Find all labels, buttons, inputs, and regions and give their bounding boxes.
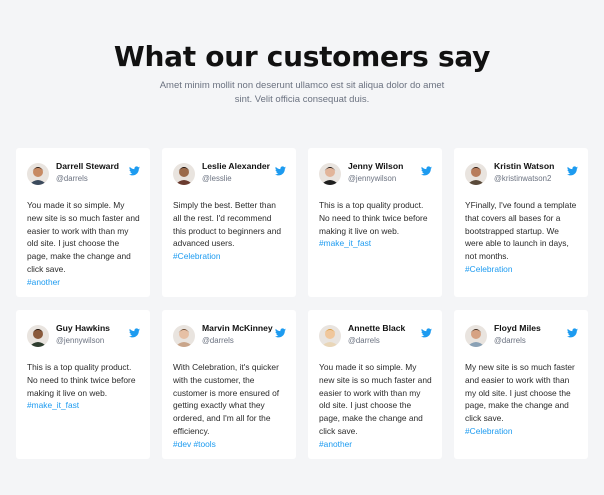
author: Guy Hawkins @jennywilson — [56, 323, 140, 347]
avatar — [27, 325, 49, 347]
author: Darrell Steward @darrels — [56, 161, 140, 185]
testimonial-card: Jenny Wilson @jennywilson This is a top … — [308, 148, 442, 297]
section-subtitle: Amet minim mollit non deserunt ullamco e… — [159, 80, 445, 105]
testimonial-card: Leslie Alexander @lesslie Simply the bes… — [162, 148, 296, 297]
author-handle[interactable]: @jennywilson — [56, 335, 140, 347]
author: Floyd Miles @darrels — [494, 323, 578, 347]
author: Annette Black @darrels — [348, 323, 432, 347]
card-header: Jenny Wilson @jennywilson — [319, 161, 432, 191]
author-name[interactable]: Leslie Alexander — [202, 161, 286, 172]
twitter-icon[interactable] — [275, 328, 286, 338]
avatar — [173, 163, 195, 185]
twitter-icon[interactable] — [567, 328, 578, 338]
testimonial-text: My new site is so much faster and easier… — [465, 361, 578, 438]
author-name[interactable]: Annette Black — [348, 323, 432, 334]
card-header: Annette Black @darrels — [319, 323, 432, 353]
hashtag-link[interactable]: #make_it_fast — [319, 238, 371, 248]
hashtag-link[interactable]: #Celebration — [173, 251, 221, 261]
testimonial-text: Simply the best. Better than all the res… — [173, 199, 286, 263]
testimonial-quote: With Celebration, it's quicker with the … — [173, 362, 280, 436]
author: Marvin McKinney @darrels — [202, 323, 286, 347]
avatar — [27, 163, 49, 185]
testimonial-text: You made it so simple. My new site is so… — [27, 199, 140, 289]
testimonial-text: This is a top quality product. No need t… — [319, 199, 432, 250]
card-header: Leslie Alexander @lesslie — [173, 161, 286, 191]
twitter-icon[interactable] — [129, 328, 140, 338]
author-name[interactable]: Jenny Wilson — [348, 161, 432, 172]
author-handle[interactable]: @darrels — [202, 335, 286, 347]
author-handle[interactable]: @darrels — [348, 335, 432, 347]
testimonial-quote: YFinally, I've found a template that cov… — [465, 200, 577, 262]
card-header: Floyd Miles @darrels — [465, 323, 578, 353]
avatar — [173, 325, 195, 347]
twitter-icon[interactable] — [275, 166, 286, 176]
testimonial-card: Darrell Steward @darrels You made it so … — [16, 148, 150, 297]
testimonial-text: This is a top quality product. No need t… — [27, 361, 140, 412]
hashtag-link[interactable]: #another — [319, 439, 352, 449]
card-header: Kristin Watson @kristinwatson2 — [465, 161, 578, 191]
testimonial-quote: You made it so simple. My new site is so… — [27, 200, 140, 274]
card-header: Marvin McKinney @darrels — [173, 323, 286, 353]
testimonial-text: With Celebration, it's quicker with the … — [173, 361, 286, 451]
author-name[interactable]: Darrell Steward — [56, 161, 140, 172]
author-handle[interactable]: @darrels — [494, 335, 578, 347]
author: Kristin Watson @kristinwatson2 — [494, 161, 578, 185]
avatar — [319, 325, 341, 347]
author: Jenny Wilson @jennywilson — [348, 161, 432, 185]
author-name[interactable]: Floyd Miles — [494, 323, 578, 334]
author-name[interactable]: Guy Hawkins — [56, 323, 140, 334]
testimonial-grid: Darrell Steward @darrels You made it so … — [16, 148, 588, 459]
hashtag-link[interactable]: #dev #tools — [173, 439, 216, 449]
hashtag-link[interactable]: #Celebration — [465, 264, 513, 274]
section-title: What our customers say — [113, 40, 491, 73]
author-name[interactable]: Kristin Watson — [494, 161, 578, 172]
hashtag-link[interactable]: #make_it_fast — [27, 400, 79, 410]
author: Leslie Alexander @lesslie — [202, 161, 286, 185]
author-handle[interactable]: @jennywilson — [348, 173, 432, 185]
testimonial-quote: This is a top quality product. No need t… — [319, 200, 428, 236]
testimonial-card: Floyd Miles @darrels My new site is so m… — [454, 310, 588, 459]
author-handle[interactable]: @lesslie — [202, 173, 286, 185]
avatar — [465, 163, 487, 185]
testimonial-quote: Simply the best. Better than all the res… — [173, 200, 282, 249]
testimonial-card: Annette Black @darrels You made it so si… — [308, 310, 442, 459]
author-handle[interactable]: @kristinwatson2 — [494, 173, 578, 185]
author-name[interactable]: Marvin McKinney — [202, 323, 286, 334]
twitter-icon[interactable] — [129, 166, 140, 176]
testimonial-quote: You made it so simple. My new site is so… — [319, 362, 432, 436]
avatar — [465, 325, 487, 347]
twitter-icon[interactable] — [567, 166, 578, 176]
testimonial-card: Marvin McKinney @darrels With Celebratio… — [162, 310, 296, 459]
testimonial-quote: This is a top quality product. No need t… — [27, 362, 136, 398]
testimonial-card: Guy Hawkins @jennywilson This is a top q… — [16, 310, 150, 459]
hashtag-link[interactable]: #Celebration — [465, 426, 513, 436]
avatar — [319, 163, 341, 185]
twitter-icon[interactable] — [421, 166, 432, 176]
testimonial-text: YFinally, I've found a template that cov… — [465, 199, 578, 276]
author-handle[interactable]: @darrels — [56, 173, 140, 185]
hashtag-link[interactable]: #another — [27, 277, 60, 287]
testimonial-card: Kristin Watson @kristinwatson2 YFinally,… — [454, 148, 588, 297]
card-header: Darrell Steward @darrels — [27, 161, 140, 191]
card-header: Guy Hawkins @jennywilson — [27, 323, 140, 353]
testimonials-section: What our customers say Amet minim mollit… — [0, 0, 604, 495]
testimonial-text: You made it so simple. My new site is so… — [319, 361, 432, 451]
twitter-icon[interactable] — [421, 328, 432, 338]
testimonial-quote: My new site is so much faster and easier… — [465, 362, 575, 424]
